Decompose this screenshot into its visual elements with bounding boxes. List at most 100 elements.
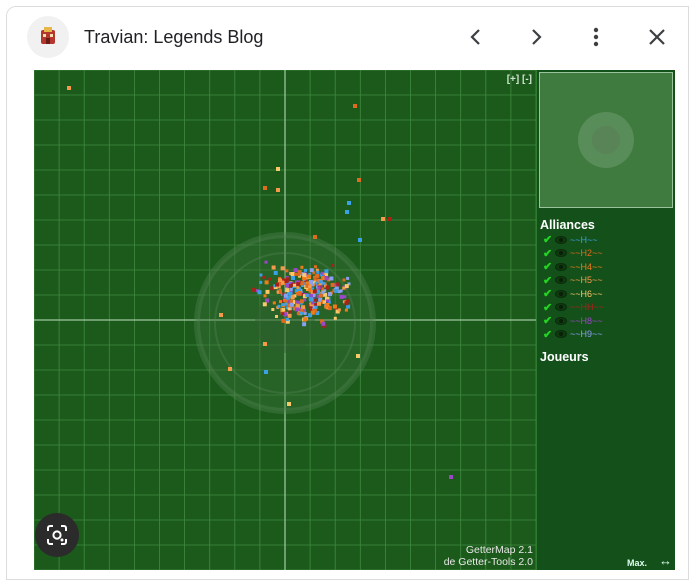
village-marker — [294, 272, 298, 276]
village-marker — [357, 178, 361, 182]
village-marker — [275, 282, 279, 287]
village-marker — [294, 307, 299, 312]
village-marker — [263, 342, 267, 346]
village-marker — [339, 289, 343, 293]
checkmark-icon[interactable]: ✔ — [543, 260, 553, 273]
alliance-name: ~~H~~ — [570, 234, 598, 245]
village-marker — [317, 286, 321, 290]
village-marker — [263, 186, 267, 190]
village-marker — [284, 299, 288, 303]
map-canvas — [34, 70, 536, 570]
village-marker — [305, 294, 309, 298]
village-marker — [334, 288, 339, 293]
village-marker — [280, 266, 285, 271]
village-marker — [306, 274, 311, 279]
village-marker — [356, 354, 360, 358]
alliance-name: ~~H5~~ — [570, 275, 603, 285]
village-marker — [67, 86, 71, 90]
checkmark-icon[interactable]: ✔ — [543, 314, 553, 327]
checkmark-icon[interactable]: ✔ — [543, 287, 553, 300]
alliance-row[interactable]: ✔ ~~H6~~ — [543, 287, 603, 300]
village-marker — [296, 285, 300, 289]
village-marker — [297, 291, 302, 296]
world-map[interactable]: [+] [-] GetterMap 2.1 de Getter-Tools 2.… — [34, 70, 536, 570]
alliance-row[interactable]: ✔ ~~HH~~ — [543, 301, 604, 314]
alliances-title: Alliances — [540, 218, 595, 232]
village-marker — [345, 210, 349, 214]
village-marker — [262, 275, 266, 279]
village-marker — [342, 286, 346, 290]
village-marker — [300, 265, 304, 269]
close-button[interactable] — [643, 23, 671, 51]
alliance-row[interactable]: ✔ ~~H~~ — [543, 233, 598, 246]
village-marker — [318, 280, 322, 284]
village-marker — [331, 264, 335, 267]
village-marker — [297, 300, 300, 304]
village-marker — [278, 288, 282, 292]
village-marker — [281, 318, 286, 323]
village-marker — [310, 283, 314, 287]
checkmark-icon[interactable]: ✔ — [543, 328, 553, 341]
village-marker — [282, 308, 286, 312]
map-sidebar: Alliances ✔ ~~H~~ ✔ ~~H2~~ ✔ ~~H4~~ ✔ ~~H5~~ ✔ ~~… — [536, 70, 675, 570]
village-marker — [285, 269, 289, 273]
village-marker — [314, 265, 317, 269]
eye-icon[interactable] — [555, 289, 567, 298]
eye-icon[interactable] — [555, 249, 567, 257]
zoom-in-link[interactable]: [+] — [507, 74, 520, 85]
village-marker — [299, 299, 304, 304]
village-marker — [343, 295, 347, 299]
village-marker — [289, 302, 294, 307]
expand-arrows-icon[interactable]: ↔ — [659, 553, 672, 568]
village-marker — [449, 475, 453, 479]
alliance-row[interactable]: ✔ ~~H8~~ — [543, 314, 603, 327]
village-marker — [301, 305, 306, 310]
eye-icon[interactable] — [555, 235, 567, 244]
village-marker — [347, 201, 351, 205]
alliance-row[interactable]: ✔ ~~H9~~ — [543, 328, 603, 341]
eye-icon[interactable] — [555, 303, 567, 311]
credit-line-1: GetterMap 2.1 — [465, 544, 533, 556]
alliance-row[interactable]: ✔ ~~H2~~ — [543, 247, 603, 260]
forward-button[interactable] — [522, 23, 550, 51]
minimap[interactable] — [539, 72, 673, 208]
max-link[interactable]: Max. — [627, 558, 647, 568]
village-marker — [287, 307, 291, 311]
google-lens-button[interactable] — [35, 513, 79, 557]
village-marker — [309, 268, 314, 273]
eye-icon[interactable] — [555, 262, 567, 271]
village-marker — [228, 367, 232, 371]
checkmark-icon[interactable]: ✔ — [543, 247, 553, 260]
alliance-row[interactable]: ✔ ~~H5~~ — [543, 274, 603, 287]
village-marker — [344, 301, 349, 306]
village-marker — [281, 303, 285, 307]
village-marker — [296, 311, 300, 315]
checkmark-icon[interactable]: ✔ — [543, 274, 553, 287]
checkmark-icon[interactable]: ✔ — [543, 301, 553, 314]
village-marker — [317, 301, 321, 306]
village-marker — [285, 288, 290, 293]
zoom-out-link[interactable]: [-] — [522, 74, 532, 85]
village-marker — [285, 283, 289, 288]
checkmark-icon[interactable]: ✔ — [543, 233, 553, 246]
eye-icon[interactable] — [555, 276, 567, 284]
eye-icon[interactable] — [555, 316, 567, 325]
village-marker — [344, 308, 348, 312]
alliance-name: ~~H6~~ — [570, 288, 603, 299]
village-marker — [264, 260, 268, 264]
village-marker — [283, 293, 288, 298]
village-marker — [313, 275, 317, 279]
more-options-button[interactable] — [582, 23, 610, 51]
village-marker — [259, 273, 263, 277]
village-marker — [264, 370, 268, 374]
village-marker — [297, 270, 302, 275]
village-marker — [265, 289, 270, 294]
alliance-row[interactable]: ✔ ~~H4~~ — [543, 260, 603, 273]
village-marker — [302, 273, 307, 278]
village-marker — [329, 276, 334, 281]
side-panel-card: Travian: Legends Blog [+] [-] GetterMap … — [6, 6, 689, 580]
village-marker — [273, 271, 278, 275]
eye-icon[interactable] — [555, 330, 567, 338]
village-marker — [330, 282, 335, 287]
back-button[interactable] — [462, 23, 490, 51]
